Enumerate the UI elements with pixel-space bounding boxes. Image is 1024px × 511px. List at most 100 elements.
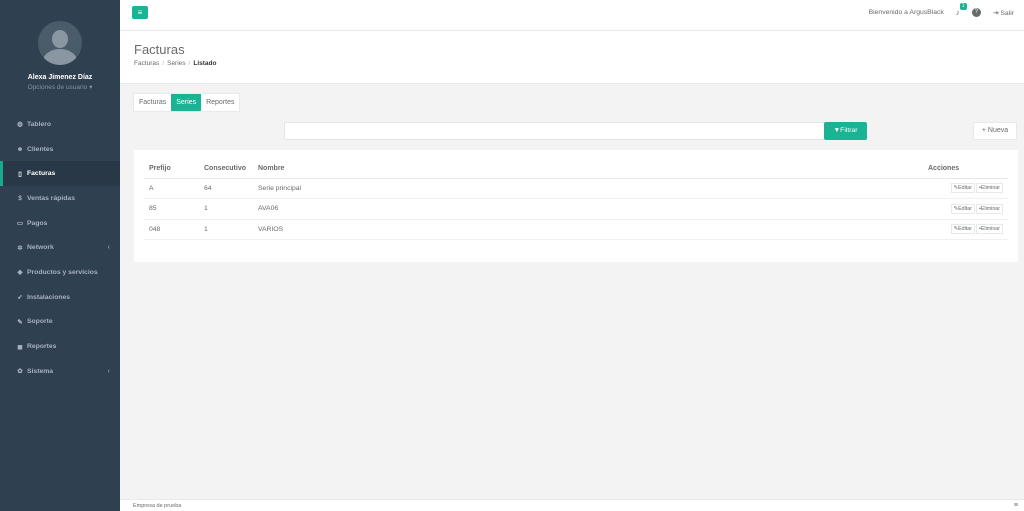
footer-icon: ≡ [1013, 502, 1018, 509]
filter-input[interactable] [284, 122, 825, 140]
tab-reportes[interactable]: Reportes [201, 94, 239, 111]
column-header-nombre: Nombre [253, 160, 923, 179]
cell-nombre: Serie principal [253, 178, 923, 199]
delete-button[interactable]: ▪Eliminar [975, 224, 1003, 235]
avatar[interactable] [38, 21, 82, 65]
help-icon[interactable]: ? [971, 8, 981, 17]
column-header-acciones: Acciones [923, 160, 1008, 179]
edit-label: Editar [958, 185, 972, 192]
footer: Empresa de prueba ≡ [120, 499, 1024, 511]
sidebar-item-tablero[interactable]: ◍ Tablero [0, 112, 120, 137]
breadcrumb-series[interactable]: Series [167, 60, 185, 67]
network-icon: ✲ [17, 244, 23, 252]
sign-out-icon: ⇥ [992, 9, 999, 17]
sidebar-item-pagos[interactable]: ▭ Pagos [0, 211, 120, 236]
sidebar-item-label: Tablero [27, 120, 52, 128]
plus-icon: + [981, 127, 986, 134]
edit-button[interactable]: ✎Editar [950, 224, 975, 235]
logout-label: Salir [1000, 9, 1014, 17]
top-right-area: Bienvenido a ArgusBlack ♪ 1 ? ⇥ Salir [868, 3, 1014, 17]
table-header-row: Prefijo Consecutivo Nombre Acciones [144, 160, 1008, 179]
chevron-left-icon: ‹ [107, 367, 110, 375]
cell-consecutivo: 1 [199, 198, 253, 220]
tab-facturas[interactable]: Facturas [134, 94, 171, 111]
edit-button[interactable]: ✎Editar [950, 183, 975, 194]
file-icon: ▯ [18, 170, 22, 178]
sidebar-item-label: Network [27, 244, 54, 252]
breadcrumb-facturas[interactable]: Facturas [134, 60, 159, 67]
notifications-button[interactable]: ♪ 1 [955, 3, 967, 17]
welcome-message: Bienvenido a ArgusBlack [868, 9, 944, 16]
logout-link[interactable]: ⇥ Salir [993, 9, 1014, 17]
tab-series[interactable]: Series [171, 94, 202, 111]
notification-badge: 1 [959, 3, 967, 10]
cell-actions: ✎Editar ▪Eliminar [923, 198, 1008, 220]
hamburger-icon: ≡ [137, 8, 143, 17]
delete-label: Eliminar [980, 185, 1000, 192]
delete-button[interactable]: ▪Eliminar [975, 183, 1003, 194]
sidebar-item-label: Pagos [27, 219, 48, 227]
sidebar-item-label: Reportes [27, 343, 57, 351]
new-button[interactable]: + Nueva [973, 122, 1017, 140]
cell-nombre: VARIOS [253, 219, 923, 240]
cell-actions: ✎Editar ▪Eliminar [923, 178, 1008, 199]
page-title: Facturas [134, 42, 185, 57]
footer-company: Empresa de prueba [133, 503, 182, 509]
sidebar-item-facturas[interactable]: ▯ Facturas [0, 161, 120, 187]
sidebar-item-soporte[interactable]: ✎ Soporte [0, 310, 120, 335]
table-row: 048 1 VARIOS ✎Editar ▪Eliminar [144, 219, 1008, 240]
new-button-label: Nueva [987, 127, 1009, 134]
user-name: Alexa Jimenez Díaz [27, 74, 93, 81]
column-header-consecutivo: Consecutivo [199, 160, 253, 179]
cell-prefijo: A [144, 178, 199, 199]
tag-icon: ◆ [17, 269, 23, 277]
sidebar-item-clientes[interactable]: ☻ Clientes [0, 137, 120, 162]
edit-button[interactable]: ✎Editar [950, 203, 975, 214]
sidebar-item-reportes[interactable]: ◼ Reportes [0, 334, 120, 359]
sidebar-item-label: Facturas [27, 170, 56, 178]
users-icon: ☻ [16, 145, 24, 153]
delete-label: Eliminar [980, 226, 1000, 233]
money-icon: ▭ [16, 220, 24, 228]
series-card: Prefijo Consecutivo Nombre Acciones A 64… [134, 150, 1018, 262]
filter-button-label: Filtrar [840, 127, 858, 134]
sidebar-item-label: Ventas rápidas [27, 194, 75, 202]
sidebar-item-label: Productos y servicios [27, 268, 98, 276]
sidebar-item-productos[interactable]: ◆ Productos y servicios [0, 260, 120, 285]
rocket-icon: ➶ [17, 294, 23, 302]
sidebar-item-network[interactable]: ✲ Network ‹ [0, 235, 120, 260]
cell-consecutivo: 1 [199, 219, 253, 240]
sidebar-item-label: Sistema [27, 367, 54, 375]
cell-prefijo: 85 [144, 198, 199, 220]
dollar-icon: $ [18, 194, 22, 202]
dashboard-icon: ◍ [17, 121, 23, 129]
sidebar-item-instalaciones[interactable]: ➶ Instalaciones [0, 285, 120, 310]
breadcrumb: Facturas / Series / Listado [134, 60, 217, 67]
user-options-dropdown[interactable]: Opciones de usuario ▾ [0, 83, 120, 91]
report-icon: ◼ [17, 343, 23, 351]
series-table: Prefijo Consecutivo Nombre Acciones A 64… [144, 160, 1008, 240]
sidebar-item-sistema[interactable]: ✿ Sistema ‹ [0, 359, 120, 384]
cell-consecutivo: 64 [199, 178, 253, 199]
delete-button[interactable]: ▪Eliminar [975, 203, 1003, 214]
cell-actions: ✎Editar ▪Eliminar [923, 219, 1008, 240]
menu-toggle-button[interactable]: ≡ [132, 6, 148, 19]
sidebar-item-ventas-rapidas[interactable]: $ Ventas rápidas [0, 186, 120, 211]
sidebar-item-label: Clientes [27, 145, 54, 153]
table-row: 85 1 AVA06 ✎Editar ▪Eliminar [144, 198, 1008, 220]
page-heading: Facturas Facturas / Series / Listado [120, 31, 1024, 84]
chevron-left-icon: ‹ [107, 244, 110, 252]
cell-prefijo: 048 [144, 219, 199, 240]
sidebar-item-label: Instalaciones [27, 293, 71, 301]
cell-nombre: AVA06 [253, 198, 923, 220]
table-row: A 64 Serie principal ✎Editar ▪Eliminar [144, 178, 1008, 199]
sidebar-item-label: Soporte [27, 318, 53, 326]
column-header-prefijo: Prefijo [144, 160, 199, 179]
sidebar-nav: ◍ Tablero ☻ Clientes ▯ Facturas $ Ventas ráp… [0, 112, 120, 384]
breadcrumb-current: Listado [193, 60, 217, 67]
delete-label: Eliminar [980, 205, 1000, 212]
edit-label: Editar [958, 205, 972, 212]
filter-button[interactable]: ▼Filtrar [824, 122, 867, 140]
bell-icon: ♪ [955, 8, 960, 17]
cogs-icon: ✿ [17, 368, 23, 376]
